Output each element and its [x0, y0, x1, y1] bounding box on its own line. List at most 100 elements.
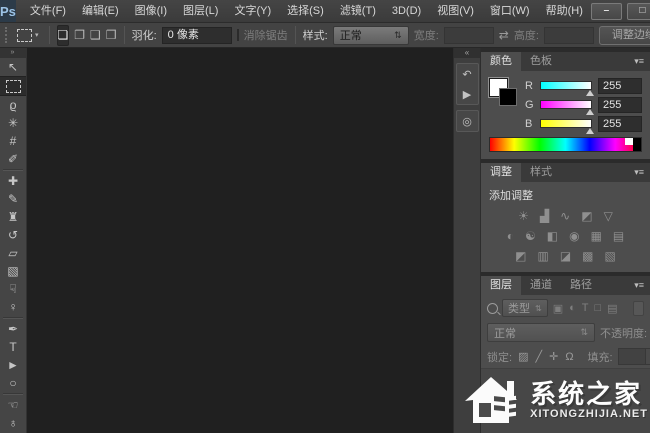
filter-type-layers-icon[interactable]: T	[581, 302, 590, 314]
filter-smart-objects-icon[interactable]: ▤	[606, 302, 618, 315]
channel-mixer-icon[interactable]: ▦	[591, 228, 602, 244]
filter-shape-layers-icon[interactable]: □	[594, 302, 603, 314]
filter-pixel-layers-icon[interactable]: ▣	[552, 302, 564, 315]
blue-value-input[interactable]: 255	[598, 115, 642, 132]
type-tool[interactable]: T	[1, 338, 25, 356]
lock-pixels-icon[interactable]: ╱	[534, 350, 543, 363]
tab-paths[interactable]: 路径	[561, 276, 601, 295]
magic-wand-tool[interactable]: ✳	[1, 114, 25, 132]
eraser-tool[interactable]: ▱	[1, 244, 25, 262]
ellipse-tool[interactable]: ○	[1, 374, 25, 392]
invert-icon[interactable]: ◩	[515, 248, 526, 264]
fill-input[interactable]: ▾	[617, 348, 650, 365]
color-lookup-icon[interactable]: ▤	[613, 228, 624, 244]
subtract-selection-button[interactable]: ❑	[90, 26, 101, 45]
vibrance-icon[interactable]: ▽	[604, 208, 613, 224]
maximize-button[interactable]: □	[626, 2, 650, 20]
add-selection-button[interactable]: ❐	[74, 26, 85, 45]
black-swatch[interactable]	[633, 138, 641, 151]
intersect-selection-button[interactable]: ❒	[106, 26, 117, 45]
threshold-icon[interactable]: ◪	[560, 248, 571, 264]
feather-input[interactable]: 0 像素	[161, 26, 232, 44]
layer-filter-toggle[interactable]	[633, 300, 644, 316]
dodge-tool[interactable]: ♀	[1, 298, 25, 316]
background-color-swatch[interactable]	[499, 88, 517, 106]
filter-adjustment-layers-icon[interactable]: ◐	[568, 302, 577, 314]
swap-dimensions-icon[interactable]: ⇄	[499, 28, 509, 42]
menu-item-filter[interactable]: 滤镜(T)	[332, 0, 384, 22]
gradient-tool[interactable]: ▧	[1, 262, 25, 280]
minimize-button[interactable]: –	[590, 2, 622, 20]
eyedropper-tool[interactable]: ✐	[1, 150, 25, 168]
menu-item-edit[interactable]: 编辑(E)	[74, 0, 127, 22]
tab-color[interactable]: 颜色	[481, 52, 521, 71]
menu-item-help[interactable]: 帮助(H)	[538, 0, 591, 22]
hue-saturation-icon[interactable]: ◐	[507, 228, 514, 244]
tab-channels[interactable]: 通道	[521, 276, 561, 295]
posterize-icon[interactable]: ▥	[537, 248, 548, 264]
antialias-checkbox[interactable]	[236, 29, 239, 41]
blend-mode-select[interactable]: 正常 ⇅	[487, 323, 595, 342]
hand-tool[interactable]: ☜	[1, 396, 25, 414]
red-slider[interactable]	[540, 81, 594, 96]
brightness-contrast-icon[interactable]: ☀	[518, 208, 529, 224]
photo-filter-icon[interactable]: ◉	[569, 228, 579, 244]
tools-collapse-handle[interactable]: »	[0, 48, 26, 58]
menu-item-select[interactable]: 选择(S)	[279, 0, 332, 22]
slider-thumb[interactable]	[586, 128, 594, 134]
crop-tool[interactable]: #	[1, 132, 25, 150]
path-selection-tool[interactable]: ►	[1, 356, 25, 374]
height-input[interactable]	[543, 26, 594, 44]
canvas-area[interactable]	[27, 48, 453, 433]
menu-item-view[interactable]: 视图(V)	[429, 0, 482, 22]
panel-menu-icon[interactable]: ▾≡	[628, 163, 650, 182]
curves-icon[interactable]: ∿	[560, 208, 570, 224]
filter-kind-select[interactable]: 类型 ⇅	[502, 299, 548, 317]
properties-panel-icon[interactable]: ◎	[458, 112, 477, 130]
green-value-input[interactable]: 255	[598, 96, 642, 113]
actions-panel-icon[interactable]: ▶	[458, 85, 477, 103]
rectangular-marquee-tool[interactable]	[0, 76, 26, 96]
lasso-tool[interactable]: ϱ	[1, 96, 25, 114]
dock-expand-handle[interactable]: «	[454, 48, 480, 58]
color-balance-icon[interactable]: ☯	[525, 228, 536, 244]
tab-swatches[interactable]: 色板	[521, 52, 561, 71]
lock-transparency-icon[interactable]: ▨	[517, 350, 529, 363]
clone-stamp-tool[interactable]: ♜	[1, 208, 25, 226]
width-input[interactable]	[443, 26, 494, 44]
menu-item-window[interactable]: 窗口(W)	[482, 0, 538, 22]
color-spectrum-ramp[interactable]	[489, 137, 642, 152]
lock-position-icon[interactable]: ✛	[548, 350, 559, 363]
panel-menu-icon[interactable]: ▾≡	[628, 52, 650, 71]
selective-color-icon[interactable]: ▩	[582, 248, 593, 264]
options-bar-grip[interactable]	[5, 27, 7, 43]
new-selection-button[interactable]: ❏	[56, 24, 70, 46]
white-swatch[interactable]	[625, 138, 633, 145]
layer-list-empty[interactable]	[481, 368, 650, 433]
slider-thumb[interactable]	[586, 90, 594, 96]
style-select[interactable]: 正常 ⇅	[332, 25, 409, 45]
move-tool[interactable]: ↖	[1, 58, 25, 76]
lock-all-icon[interactable]: Ω	[564, 351, 574, 363]
menu-item-file[interactable]: 文件(F)	[22, 0, 74, 22]
smudge-tool[interactable]: ☟	[1, 280, 25, 298]
pen-tool[interactable]: ✒	[1, 320, 25, 338]
brush-tool[interactable]: ✎	[1, 190, 25, 208]
tab-layers[interactable]: 图层	[481, 276, 521, 295]
levels-icon[interactable]: ▟	[540, 208, 549, 224]
menu-item-3d[interactable]: 3D(D)	[384, 0, 429, 22]
tool-preset-picker[interactable]: ▾	[14, 27, 42, 44]
menu-item-type[interactable]: 文字(Y)	[226, 0, 279, 22]
tab-styles[interactable]: 样式	[521, 163, 561, 182]
exposure-icon[interactable]: ◩	[581, 208, 592, 224]
menu-item-image[interactable]: 图像(I)	[127, 0, 175, 22]
panel-menu-icon[interactable]: ▾≡	[628, 276, 650, 295]
red-value-input[interactable]: 255	[598, 77, 642, 94]
history-brush-tool[interactable]: ↺	[1, 226, 25, 244]
menu-item-layer[interactable]: 图层(L)	[175, 0, 226, 22]
green-slider[interactable]	[540, 100, 594, 115]
black-white-icon[interactable]: ◧	[547, 228, 558, 244]
zoom-tool[interactable]: ♁	[1, 414, 25, 432]
healing-brush-tool[interactable]: ✚	[1, 172, 25, 190]
slider-thumb[interactable]	[586, 109, 594, 115]
